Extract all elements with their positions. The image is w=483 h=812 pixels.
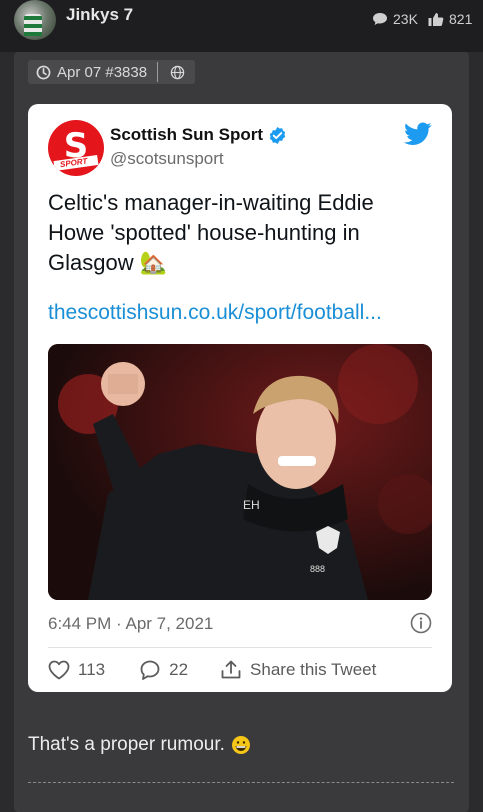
post-card: Apr 07 #3838 S SPORT Scottish Sun Sport … — [14, 52, 469, 812]
post-meta: Apr 07 #3838 — [28, 60, 196, 84]
post-divider — [28, 782, 454, 783]
reply-count: 22 — [169, 660, 189, 679]
grinning-face-icon — [231, 736, 250, 754]
avatar[interactable] — [14, 0, 56, 40]
tweet-author-name[interactable]: Scottish Sun Sport — [110, 125, 263, 145]
tweet-actions: 113 22 Share this Tweet — [48, 658, 376, 682]
share-icon — [221, 660, 241, 679]
twitter-bird-icon[interactable] — [404, 122, 432, 146]
tweet-handle[interactable]: @scotsunsport — [110, 149, 224, 169]
tweet-timestamp[interactable]: 6:44 PM · Apr 7, 2021 — [48, 614, 213, 634]
views-count: 23K — [393, 11, 418, 27]
thumbs-up-icon — [428, 12, 444, 26]
thread-header: Jinkys 7 23K 821 — [0, 0, 483, 52]
likes-count: 821 — [449, 11, 473, 27]
like-count: 113 — [78, 660, 106, 679]
like-action[interactable]: 113 — [48, 660, 105, 680]
heart-icon — [48, 660, 70, 680]
embedded-tweet[interactable]: S SPORT Scottish Sun Sport @scotsunsport… — [28, 104, 452, 692]
share-label: Share this Tweet — [250, 660, 377, 679]
scottish-sun-sport-logo[interactable]: S SPORT — [48, 120, 104, 176]
meta-divider — [157, 62, 159, 82]
tweet-photo[interactable]: EH 888 — [48, 344, 432, 600]
post-comment: That's a proper rumour. — [28, 734, 251, 756]
reply-icon — [140, 660, 160, 680]
manager-photo-illustration: EH 888 — [48, 344, 432, 600]
tweet-text: Celtic's manager-in-waiting Eddie Howe '… — [48, 190, 374, 275]
reply-action[interactable]: 22 — [139, 659, 188, 681]
svg-text:888: 888 — [310, 564, 325, 574]
tweet-link[interactable]: thescottishsun.co.uk/sport/football... — [48, 301, 432, 325]
username[interactable]: Jinkys 7 — [66, 5, 133, 25]
globe-icon[interactable] — [170, 65, 185, 80]
clock-icon — [36, 65, 51, 79]
info-icon[interactable] — [410, 612, 432, 634]
speech-bubble-icon — [373, 13, 387, 25]
comment-text: That's a proper rumour. — [28, 734, 225, 755]
likes-stat[interactable]: 821 — [428, 11, 472, 27]
share-action[interactable]: Share this Tweet — [220, 659, 376, 681]
post-date-id[interactable]: Apr 07 #3838 — [57, 64, 147, 81]
tweet-author[interactable]: Scottish Sun Sport — [110, 125, 287, 145]
verified-badge-icon — [269, 126, 286, 144]
views-stat: 23K — [372, 11, 418, 27]
svg-text:EH: EH — [243, 498, 260, 512]
tweet-divider — [48, 647, 432, 648]
